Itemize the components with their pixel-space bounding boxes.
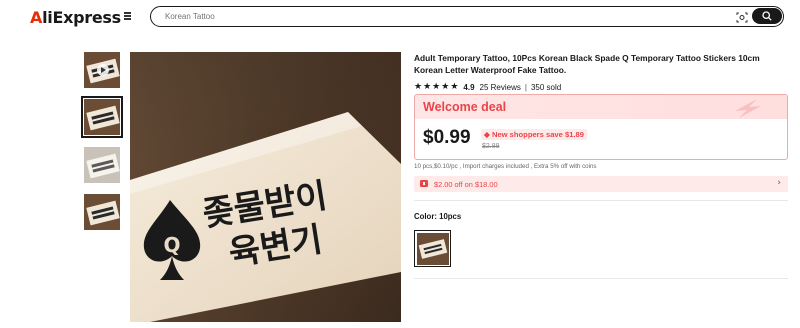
- star-icon: ★: [432, 81, 441, 92]
- product-info: Adult Temporary Tattoo, 10Pcs Korean Bla…: [414, 52, 788, 279]
- deal-title: Welcome deal: [423, 100, 507, 114]
- star-rating[interactable]: ★ ★ ★ ★ ★: [414, 81, 459, 92]
- product-title: Adult Temporary Tattoo, 10Pcs Korean Bla…: [414, 53, 760, 75]
- search-icon: [762, 11, 772, 21]
- thumbnail-3[interactable]: [84, 194, 120, 230]
- welcome-deal-box: Welcome deal $0.99 ◆ New shoppers save $…: [414, 94, 788, 160]
- coupon-icon: [420, 180, 428, 187]
- original-price: $2.88: [482, 143, 500, 150]
- sold-count: 350 sold: [530, 82, 562, 92]
- divider: [414, 200, 788, 201]
- reviews-link[interactable]: 25 Reviews: [480, 83, 521, 92]
- coupon-text: $2.00 off on $18.00: [434, 180, 498, 189]
- main-product-image[interactable]: Q 좆물받이 육변기: [130, 52, 401, 322]
- rating-row: ★ ★ ★ ★ ★ 4.9 25 Reviews | 350 sold: [414, 81, 562, 92]
- color-swatch-10pcs[interactable]: [414, 230, 451, 267]
- play-icon: [97, 64, 109, 76]
- price: $0.99: [423, 127, 471, 148]
- search-bar: [150, 6, 784, 27]
- coupon-row[interactable]: $2.00 off on $18.00 ›: [414, 176, 788, 192]
- star-icon: ★: [423, 81, 432, 92]
- svg-text:Q: Q: [163, 233, 180, 257]
- thumbnail-video[interactable]: [84, 52, 120, 88]
- star-icon: ★: [441, 81, 450, 92]
- price-fine-print: 10 pcs,$0.10/pc , Import charges include…: [414, 163, 597, 170]
- star-icon: ★: [414, 81, 423, 92]
- camera-search-icon[interactable]: [736, 10, 748, 23]
- lightning-icon: [735, 99, 761, 118]
- aliexpress-logo[interactable]: AliExpress: [30, 8, 121, 27]
- search-input[interactable]: [165, 9, 725, 23]
- search-button[interactable]: [752, 8, 782, 24]
- divider: [414, 278, 788, 279]
- header: AliExpress: [0, 0, 800, 34]
- star-icon: ★: [450, 81, 459, 92]
- rating-value: 4.9: [463, 82, 475, 92]
- new-shopper-save-badge: ◆ New shoppers save $1.89: [481, 129, 587, 140]
- thumbnail-2[interactable]: [84, 147, 120, 183]
- thumbnail-1[interactable]: [81, 96, 123, 138]
- chevron-right-icon: ›: [777, 178, 781, 188]
- tag-icon: ◆: [484, 130, 492, 139]
- color-label: Color: 10pcs: [414, 212, 462, 221]
- hamburger-menu-icon[interactable]: [124, 12, 131, 20]
